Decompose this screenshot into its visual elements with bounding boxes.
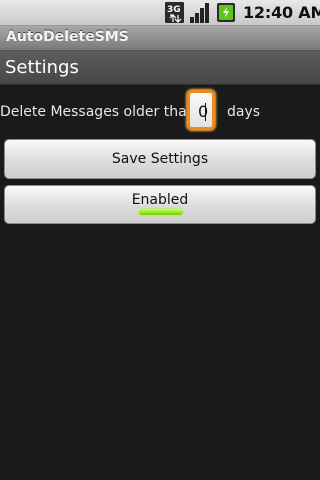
- svg-text:3G: 3G: [167, 5, 181, 15]
- delete-age-row: Delete Messages older than 0 days: [0, 88, 320, 136]
- enabled-toggle-label: Enabled: [131, 192, 189, 208]
- signal-bars-icon: [190, 3, 209, 23]
- days-value: 0: [198, 102, 209, 121]
- days-unit-label: days: [227, 104, 261, 120]
- app-title: AutoDeleteSMS: [6, 29, 129, 45]
- 3g-icon: 3G: [165, 2, 184, 23]
- battery-charging-icon: [217, 3, 235, 22]
- days-input[interactable]: 0: [187, 90, 215, 130]
- toggle-on-indicator: [139, 209, 183, 215]
- delete-messages-label: Delete Messages older than: [0, 104, 196, 120]
- section-title: Settings: [5, 57, 79, 78]
- status-bar: 3G 12:40 AM: [0, 0, 320, 26]
- enabled-toggle-button[interactable]: Enabled: [4, 185, 316, 224]
- text-cursor: [205, 103, 206, 121]
- save-settings-button[interactable]: Save Settings: [4, 139, 316, 179]
- save-settings-label: Save Settings: [111, 151, 209, 167]
- settings-header: Settings: [0, 51, 320, 85]
- app-title-bar: AutoDeleteSMS: [0, 26, 320, 51]
- status-time: 12:40 AM: [243, 3, 320, 22]
